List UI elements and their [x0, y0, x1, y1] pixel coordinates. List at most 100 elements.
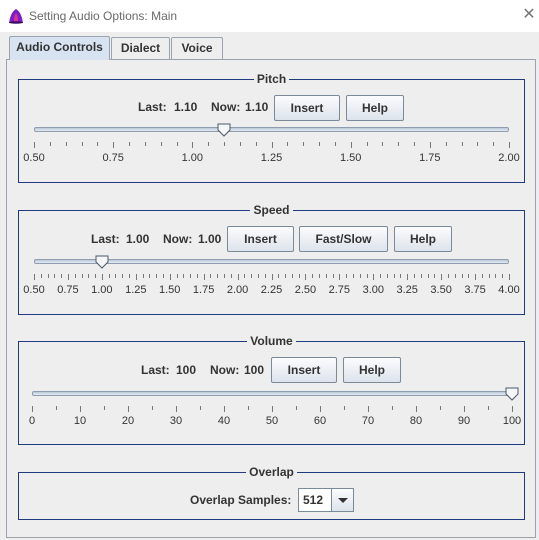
- speed-slider-tick: [434, 274, 436, 278]
- speed-slider-tick: [67, 274, 69, 280]
- speed-slider-tick: [386, 274, 388, 278]
- speed-last-value: 1.00: [126, 232, 150, 246]
- speed-group: Speed Last: 1.00 Now: 1.00 Insert Fast/S…: [18, 203, 525, 315]
- volume-insert-button[interactable]: Insert: [271, 357, 337, 383]
- speed-insert-button[interactable]: Insert: [227, 226, 294, 252]
- speed-help-button[interactable]: Help: [394, 226, 452, 252]
- volume-group: Volume Last: 100 Now: 100 Insert Help 0 …: [18, 334, 525, 445]
- speed-tick-label: 2.50: [294, 284, 317, 296]
- speed-fast-slow-button[interactable]: Fast/Slow: [299, 226, 388, 252]
- volume-slider-tick: [416, 406, 417, 412]
- pitch-tick-label: 1.50: [339, 152, 362, 164]
- pitch-slider-tick: [429, 142, 431, 148]
- speed-slider-tick: [210, 274, 212, 278]
- volume-help-button[interactable]: Help: [343, 357, 401, 383]
- speed-slider-tick: [325, 274, 327, 278]
- volume-slider-tick: [344, 406, 345, 410]
- speed-tick-label: 2.25: [260, 284, 283, 296]
- pitch-slider-track[interactable]: [34, 127, 509, 132]
- speed-slider-tick: [237, 274, 239, 280]
- speed-slider-tick: [230, 274, 232, 278]
- pitch-slider-tick: [398, 142, 400, 146]
- speed-slider-thumb[interactable]: [95, 255, 109, 269]
- volume-now-value: 100: [244, 363, 265, 377]
- speed-slider-tick: [291, 274, 293, 278]
- speed-slider-tick: [251, 274, 253, 278]
- speed-tick-label: 1.50: [158, 284, 181, 296]
- speed-tick-label: 3.50: [430, 284, 452, 296]
- overlap-samples-dropdown[interactable]: 512: [298, 488, 354, 512]
- speed-slider-tick: [495, 274, 497, 278]
- speed-slider-tick: [224, 274, 225, 278]
- speed-slider-tick: [34, 274, 35, 280]
- speed-tick-label: 4.00: [498, 284, 520, 296]
- speed-slider-tick: [380, 274, 382, 278]
- volume-slider-ticks: [32, 406, 513, 412]
- speed-tick-label: 0.75: [57, 284, 79, 296]
- speed-slider-tick: [203, 274, 205, 280]
- volume-tick-label: 80: [409, 415, 423, 427]
- speed-slider-tick: [196, 274, 198, 278]
- tab-voice[interactable]: Voice: [171, 37, 223, 59]
- volume-slider-tick: [128, 406, 129, 412]
- speed-slider-tick: [54, 274, 56, 278]
- pitch-help-button[interactable]: Help: [346, 95, 404, 121]
- speed-slider-tick: [305, 274, 307, 280]
- pitch-slider-tick: [366, 142, 368, 146]
- pitch-slider-tick: [113, 142, 115, 148]
- speed-slider-tick: [441, 274, 443, 280]
- volume-slider-tick: [440, 406, 441, 410]
- pitch-slider-thumb[interactable]: [217, 123, 231, 137]
- pitch-slider-tick: [65, 142, 67, 146]
- volume-tick-label: 50: [265, 415, 279, 427]
- close-icon[interactable]: ✕: [520, 6, 538, 24]
- volume-last-value: 100: [176, 363, 197, 377]
- pitch-slider-ticks: [34, 142, 510, 148]
- speed-slider-tick: [217, 274, 219, 278]
- speed-slider-tick: [373, 274, 375, 280]
- speed-tick-label: 1.75: [192, 284, 215, 296]
- speed-slider-tick: [488, 274, 490, 278]
- speed-last-label: Last:: [91, 232, 120, 246]
- pitch-tick-label: 1.00: [181, 152, 204, 164]
- speed-slider-tick: [176, 274, 178, 278]
- speed-slider-tick: [244, 274, 246, 278]
- overlap-samples-label: Overlap Samples:: [190, 493, 292, 507]
- speed-now-label: Now:: [163, 232, 193, 246]
- volume-slider-thumb[interactable]: [505, 387, 519, 401]
- speed-slider-tick: [400, 274, 402, 278]
- volume-slider-tick: [56, 406, 57, 410]
- pitch-tick-label: 2.00: [498, 152, 520, 164]
- speed-slider-tick: [339, 274, 341, 280]
- pitch-slider-tick: [461, 142, 463, 146]
- speed-slider-tick: [332, 274, 334, 278]
- speed-slider-tick: [407, 274, 409, 280]
- speed-slider-tick: [81, 274, 83, 278]
- volume-tick-label: 60: [313, 415, 327, 427]
- tab-audio-controls[interactable]: Audio Controls: [9, 36, 110, 60]
- speed-slider-tick: [319, 274, 320, 278]
- speed-slider-tick: [162, 274, 164, 278]
- overlap-group: Overlap Overlap Samples: 512: [18, 465, 525, 520]
- pitch-slider-tick: [509, 142, 510, 148]
- speed-slider-tick: [447, 274, 449, 278]
- volume-slider-tick: [80, 406, 81, 412]
- volume-slider-tick: [368, 406, 369, 412]
- tab-dialect[interactable]: Dialect: [111, 37, 170, 59]
- speed-slider-tick: [278, 274, 280, 278]
- speed-tick-label: 3.75: [464, 284, 486, 296]
- volume-tick-label: 70: [361, 415, 375, 427]
- chevron-down-icon[interactable]: [331, 489, 353, 511]
- volume-tick-label: 100: [502, 415, 522, 427]
- pitch-slider-tick: [334, 142, 336, 146]
- speed-slider-tick: [352, 274, 354, 278]
- speed-slider-tick: [95, 274, 97, 278]
- volume-slider-tick: [176, 406, 177, 412]
- pitch-slider-tick: [271, 142, 273, 148]
- volume-slider-track[interactable]: [32, 391, 512, 396]
- pitch-slider-tick: [81, 142, 83, 146]
- speed-slider-tick: [135, 274, 137, 280]
- pitch-insert-button[interactable]: Insert: [274, 95, 340, 121]
- pitch-group-title: Pitch: [253, 72, 290, 86]
- volume-tick-label: 90: [457, 415, 471, 427]
